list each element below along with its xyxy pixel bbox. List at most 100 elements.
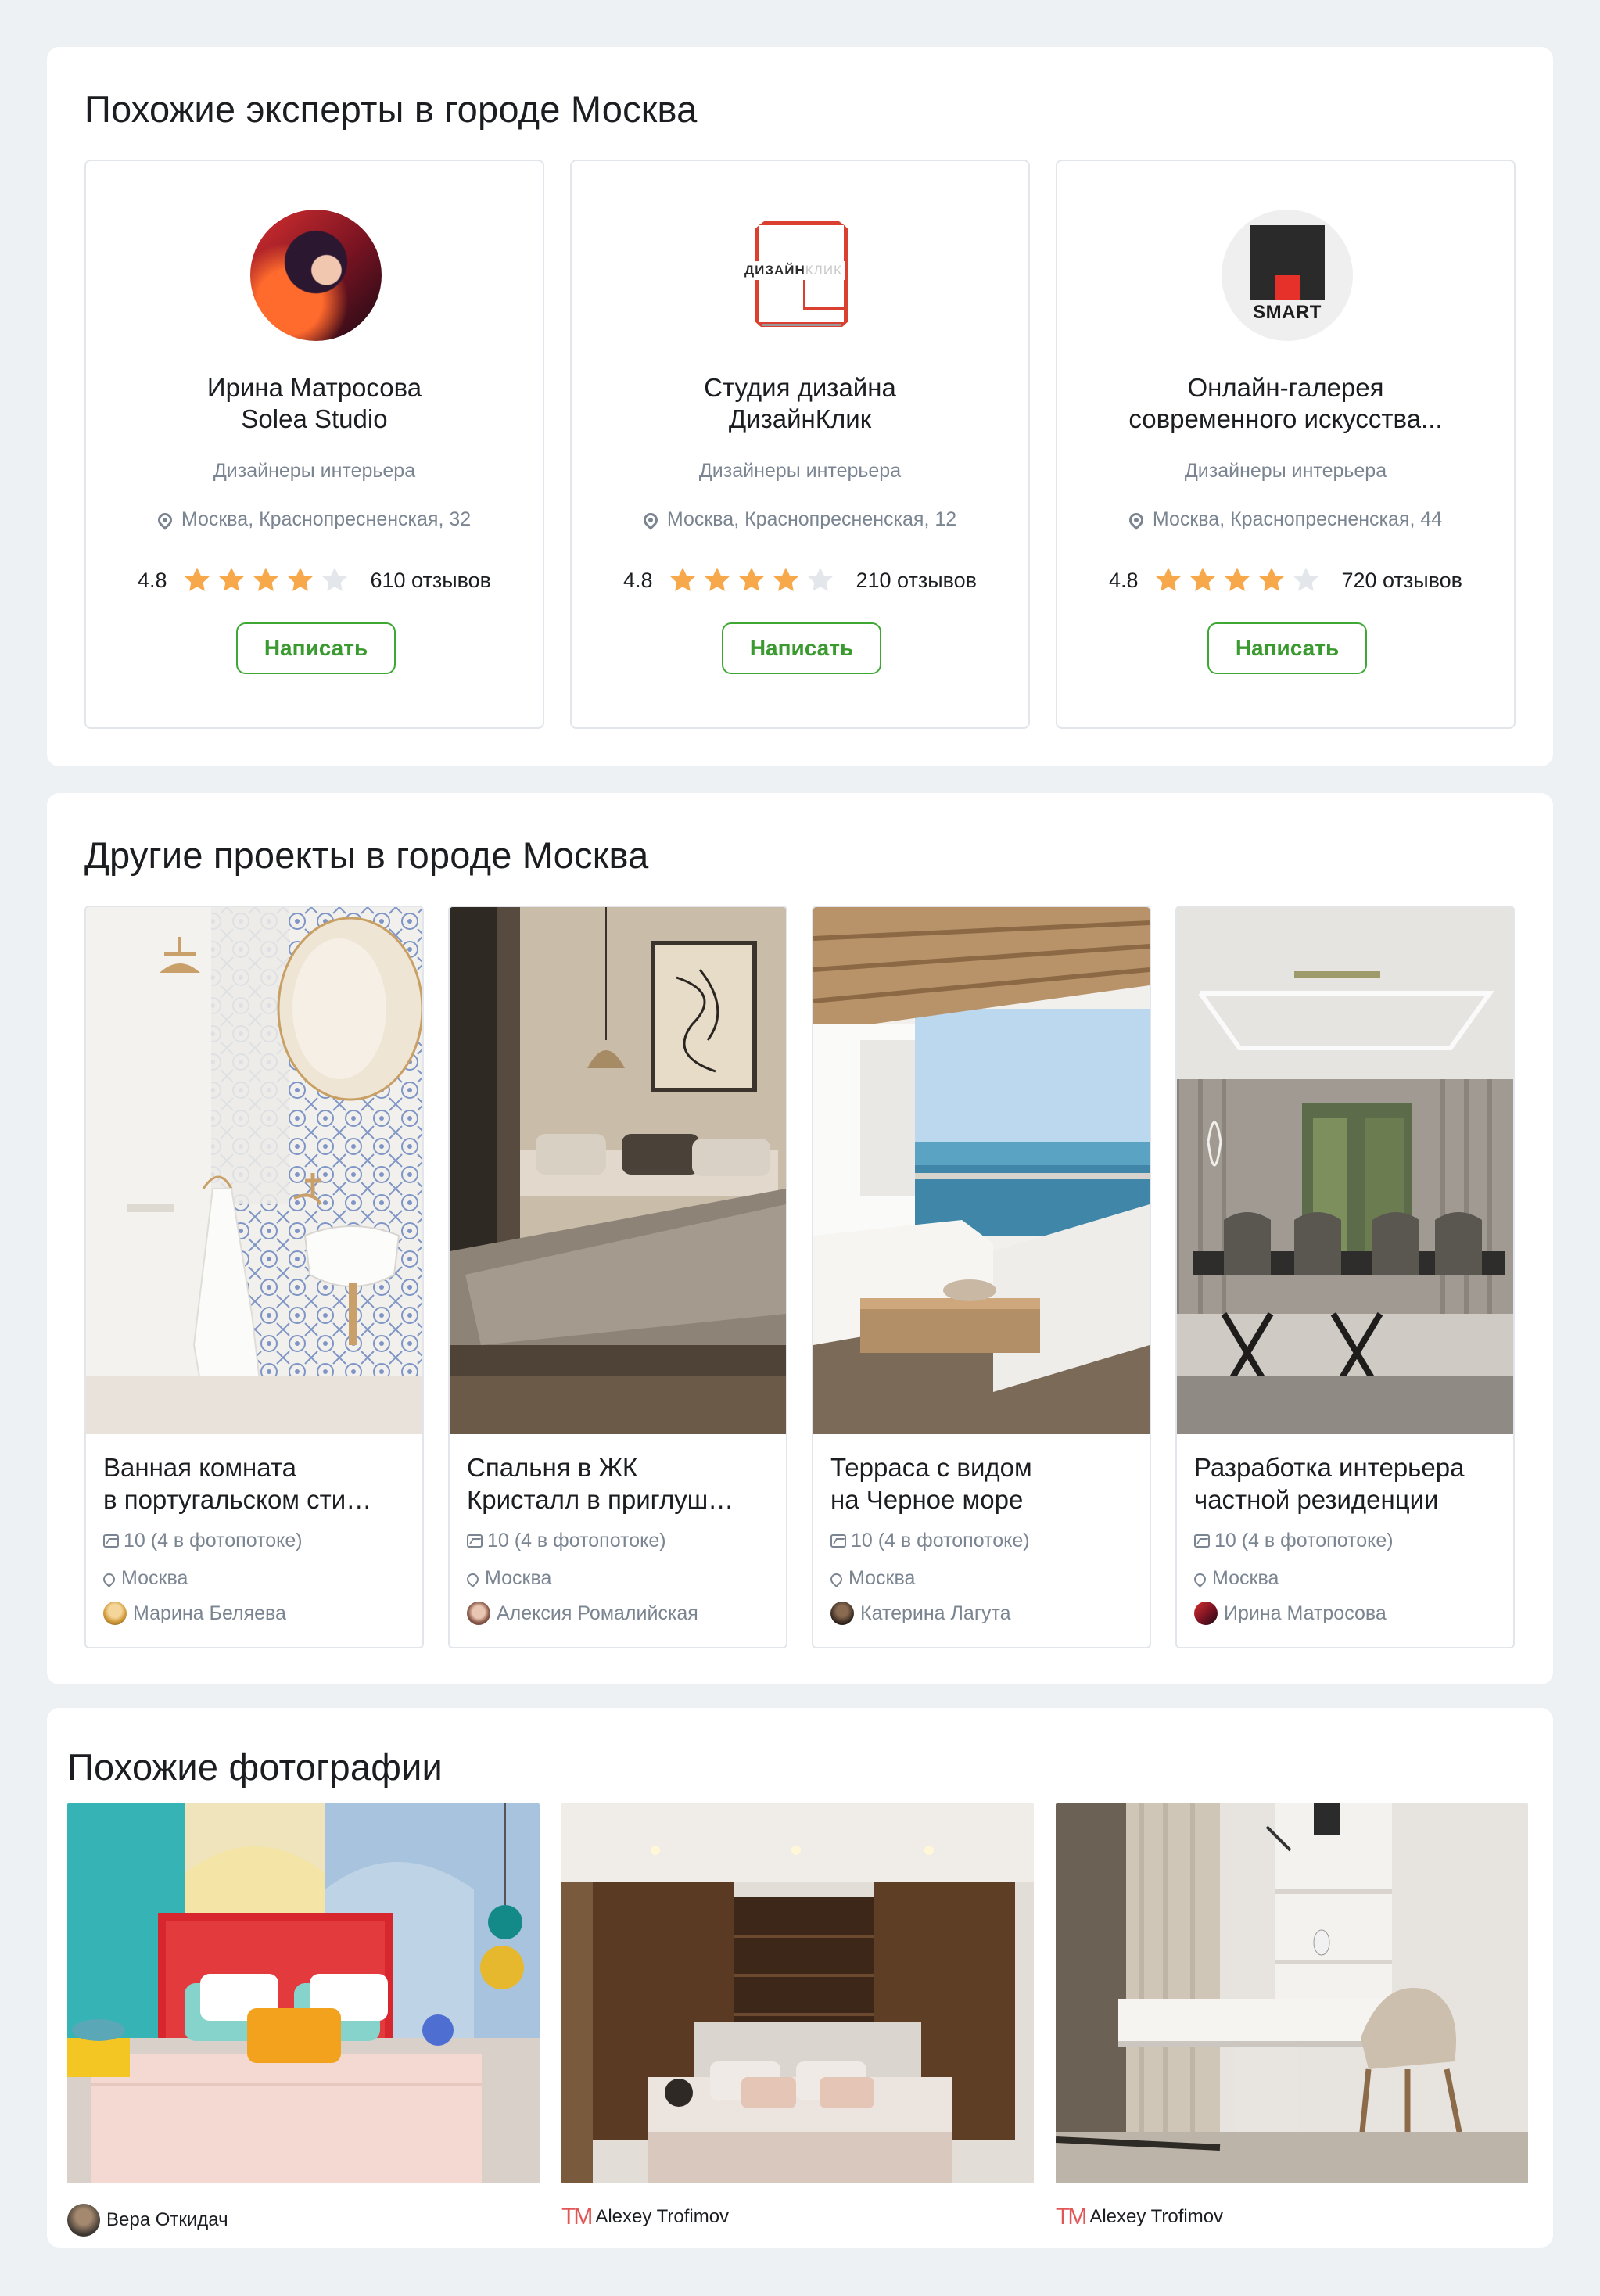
tm-logo-icon: TM: [1056, 2204, 1087, 2230]
write-button[interactable]: Написать: [1207, 622, 1367, 674]
photo-author[interactable]: TM Alexey Trofimov: [561, 2204, 729, 2230]
photo-author[interactable]: TM Alexey Trofimov: [1056, 2204, 1223, 2230]
expert-name[interactable]: Ирина Матросова Solea Studio: [102, 372, 527, 435]
image-icon: [830, 1534, 846, 1548]
logo-text: ДИЗАЙНКЛИК: [742, 261, 845, 280]
location-pin-icon: [464, 1570, 482, 1588]
image-icon: [467, 1534, 483, 1548]
expert-card[interactable]: ДИЗАЙНКЛИК Студия дизайна ДизайнКлик Диз…: [570, 160, 1030, 729]
study-desk-photo: [1056, 1803, 1528, 2183]
reviews-count[interactable]: 210 отзывов: [856, 569, 978, 593]
expert-address: Москва, Краснопресненская, 44: [1057, 508, 1514, 531]
project-photo-count: 10 (4 в фотопотоке): [830, 1530, 1030, 1552]
star-empty-icon: [1293, 567, 1318, 591]
location-pin-icon: [1126, 510, 1146, 530]
image-icon: [103, 1534, 119, 1548]
write-button[interactable]: Написать: [236, 622, 396, 674]
avatar: [467, 1602, 490, 1625]
star-filled-icon: [704, 567, 730, 591]
similar-photos-title: Похожие фотографии: [67, 1746, 443, 1788]
photo-author[interactable]: Вера Откидач: [67, 2204, 228, 2237]
expert-rating: 4.8 720 отзывов: [1057, 563, 1514, 597]
location-pin-icon: [827, 1570, 845, 1588]
project-photo[interactable]: [813, 907, 1150, 1434]
similar-photo[interactable]: [1056, 1803, 1528, 2183]
rating-score: 4.8: [622, 568, 653, 592]
wood-bedroom-photo: [561, 1803, 1034, 2183]
project-card[interactable]: Ванная комната в португальском сти… 10 (…: [84, 906, 424, 1648]
avatar: [830, 1602, 854, 1625]
tm-logo-icon: TM: [561, 2204, 593, 2230]
write-button[interactable]: Написать: [722, 622, 881, 674]
project-city: Москва: [827, 1567, 915, 1590]
project-title[interactable]: Спальня в ЖК Кристалл в приглуш…: [467, 1451, 772, 1516]
expert-card[interactable]: SMART Онлайн-галерея современного искусс…: [1056, 160, 1516, 729]
expert-name[interactable]: Студия дизайна ДизайнКлик: [587, 372, 1013, 435]
avatar: [1194, 1602, 1218, 1625]
terrace-photo: [813, 907, 1150, 1434]
project-title[interactable]: Терраса с видом на Черное море: [830, 1451, 1135, 1516]
expert-category: Дизайнеры интерьера: [1184, 460, 1387, 482]
project-photo[interactable]: [86, 907, 422, 1434]
rating-stars: [667, 565, 839, 596]
location-pin-icon: [155, 510, 175, 530]
project-card[interactable]: Спальня в ЖК Кристалл в приглуш… 10 (4 в…: [448, 906, 787, 1648]
star-filled-icon: [1258, 567, 1284, 591]
star-filled-icon: [773, 567, 798, 591]
expert-category: Дизайнеры интерьера: [213, 460, 416, 482]
project-city: Москва: [1191, 1567, 1279, 1590]
project-author[interactable]: Марина Беляева: [103, 1602, 286, 1625]
project-photo-count: 10 (4 в фотопотоке): [103, 1530, 303, 1552]
expert-category: Дизайнеры интерьера: [698, 460, 902, 482]
star-filled-icon: [738, 567, 764, 591]
star-empty-icon: [807, 567, 833, 591]
bedroom-photo: [450, 907, 786, 1434]
project-photo-count: 10 (4 в фотопотоке): [467, 1530, 666, 1552]
project-author[interactable]: Катерина Лагута: [830, 1602, 1011, 1625]
project-photo[interactable]: [1177, 907, 1513, 1434]
expert-address: Москва, Краснопресненская, 12: [572, 508, 1028, 531]
projects-section-title: Другие проекты в городе Москва: [84, 834, 649, 876]
location-pin-icon: [640, 510, 661, 530]
experts-section: Похожие эксперты в городе Москва Ирина М…: [47, 47, 1553, 766]
similar-photos-section: Похожие фотографии Вера Откидач TM Alexe…: [47, 1708, 1553, 2248]
project-card[interactable]: Терраса с видом на Черное море 10 (4 в ф…: [812, 906, 1151, 1648]
rating-stars: [181, 565, 353, 596]
rating-score: 4.8: [1108, 568, 1139, 592]
project-city: Москва: [464, 1567, 551, 1590]
project-title[interactable]: Разработка интерьера частной резиденции: [1194, 1451, 1499, 1516]
expert-avatar[interactable]: ДИЗАЙНКЛИК: [736, 210, 867, 341]
project-author[interactable]: Ирина Матросова: [1194, 1602, 1387, 1625]
star-filled-icon: [184, 567, 210, 591]
reviews-count[interactable]: 610 отзывов: [371, 569, 492, 593]
star-filled-icon: [253, 567, 278, 591]
star-filled-icon: [1155, 567, 1181, 591]
project-author[interactable]: Алексия Ромалийская: [467, 1602, 698, 1625]
logo-subline: [762, 324, 841, 326]
colorful-bedroom-photo: [67, 1803, 540, 2183]
star-filled-icon: [669, 567, 695, 591]
logo-text: SMART: [1253, 302, 1322, 323]
image-icon: [1194, 1534, 1210, 1548]
reviews-count[interactable]: 720 отзывов: [1342, 569, 1463, 593]
star-filled-icon: [218, 567, 244, 591]
expert-rating: 4.8 210 отзывов: [572, 563, 1028, 597]
expert-card[interactable]: Ирина Матросова Solea Studio Дизайнеры и…: [84, 160, 544, 729]
star-filled-icon: [287, 567, 313, 591]
project-card[interactable]: Разработка интерьера частной резиденции …: [1175, 906, 1515, 1648]
similar-photo[interactable]: [67, 1803, 540, 2183]
avatar: [67, 2204, 100, 2237]
expert-avatar[interactable]: [250, 210, 382, 341]
similar-photo[interactable]: [561, 1803, 1034, 2183]
bathroom-photo: [86, 907, 422, 1434]
star-filled-icon: [1189, 567, 1215, 591]
project-photo-count: 10 (4 в фотопотоке): [1194, 1530, 1394, 1552]
project-title[interactable]: Ванная комната в португальском сти…: [103, 1451, 408, 1516]
expert-avatar[interactable]: SMART: [1222, 210, 1353, 341]
project-photo[interactable]: [450, 907, 786, 1434]
projects-section: Другие проекты в городе Москва Ванная ко…: [47, 793, 1553, 1684]
avatar: [103, 1602, 127, 1625]
star-filled-icon: [1224, 567, 1250, 591]
location-pin-icon: [100, 1570, 118, 1588]
expert-name[interactable]: Онлайн-галерея современного искусства...: [1073, 372, 1498, 435]
